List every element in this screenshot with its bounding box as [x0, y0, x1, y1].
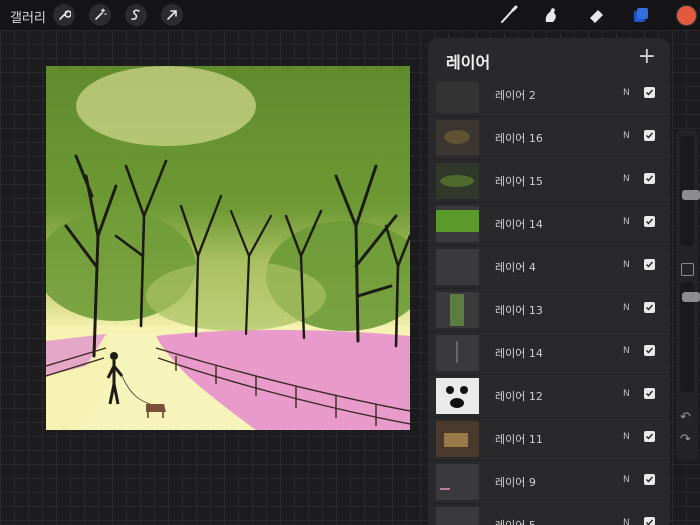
layer-thumbnail[interactable]	[436, 77, 479, 113]
layer-row[interactable]: 레이어 14 N	[428, 203, 670, 246]
layer-row[interactable]: 레이어 13 N	[428, 289, 670, 332]
layer-visibility-checkbox[interactable]	[644, 431, 655, 442]
add-layer-button[interactable]: +	[638, 46, 656, 68]
blend-mode-button[interactable]: N	[623, 303, 630, 313]
checkmark-icon	[646, 433, 654, 440]
layer-row[interactable]: 레이어 5 N	[428, 504, 670, 525]
opacity-thumb[interactable]	[682, 292, 700, 302]
checkmark-icon	[646, 89, 654, 96]
layers-panel-title: 레이어	[446, 53, 491, 72]
layer-thumbnail[interactable]	[436, 378, 479, 414]
blend-mode-button[interactable]: N	[623, 346, 630, 356]
layer-thumbnail[interactable]	[436, 507, 479, 525]
layer-thumbnail[interactable]	[436, 206, 479, 242]
layer-thumbnail[interactable]	[436, 335, 479, 371]
layers-panel: 레이어 + 레이어 2 N 레이어 16 N 레이어 15 N 레이어 14 N 레이어 4N레…	[428, 38, 670, 525]
layer-thumbnail[interactable]	[436, 421, 479, 457]
brush-icon[interactable]	[497, 3, 521, 27]
eraser-icon[interactable]	[585, 3, 609, 27]
checkmark-icon	[646, 261, 654, 268]
blend-mode-button[interactable]: N	[623, 174, 630, 184]
layers-icon[interactable]	[629, 3, 653, 27]
blend-mode-button[interactable]: N	[623, 432, 630, 442]
layer-visibility-checkbox[interactable]	[644, 474, 655, 485]
layer-name: 레이어 4	[495, 261, 536, 274]
checkmark-icon	[646, 175, 654, 182]
transform-arrow-icon[interactable]	[161, 4, 183, 26]
checkmark-icon	[646, 347, 654, 354]
layer-thumbnail[interactable]	[436, 120, 479, 156]
side-control-bar: ↶ ↷	[676, 130, 700, 460]
magic-wand-icon[interactable]	[89, 4, 111, 26]
blend-mode-button[interactable]: N	[623, 475, 630, 485]
undo-button[interactable]: ↶	[680, 410, 691, 425]
layer-visibility-checkbox[interactable]	[644, 173, 655, 184]
layer-name: 레이어 13	[495, 304, 543, 317]
checkmark-icon	[646, 132, 654, 139]
blend-mode-button[interactable]: N	[623, 260, 630, 270]
layer-name: 레이어 16	[495, 132, 543, 145]
layer-thumbnail[interactable]	[436, 292, 479, 328]
layer-visibility-checkbox[interactable]	[644, 345, 655, 356]
color-picker-button[interactable]	[676, 5, 697, 26]
layer-row[interactable]: 레이어 12 N	[428, 375, 670, 418]
smudge-icon[interactable]	[539, 3, 563, 27]
artwork-canvas[interactable]	[46, 66, 410, 430]
blend-mode-button[interactable]: N	[623, 217, 630, 227]
layer-visibility-checkbox[interactable]	[644, 259, 655, 270]
blend-mode-button[interactable]: N	[623, 88, 630, 98]
layer-row[interactable]: 레이어 11 N	[428, 418, 670, 461]
layer-visibility-checkbox[interactable]	[644, 87, 655, 98]
layer-visibility-checkbox[interactable]	[644, 388, 655, 399]
blend-mode-button[interactable]: N	[623, 389, 630, 399]
checkmark-icon	[646, 390, 654, 397]
layer-row[interactable]: 레이어 15 N	[428, 160, 670, 203]
artwork-illustration	[46, 66, 410, 430]
layer-row[interactable]: 레이어 9 N	[428, 461, 670, 504]
layer-name: 레이어 12	[495, 390, 543, 403]
checkmark-icon	[646, 519, 654, 525]
checkmark-icon	[646, 304, 654, 311]
gallery-button[interactable]: 갤러리	[10, 7, 46, 26]
blend-mode-button[interactable]: N	[623, 131, 630, 141]
layer-visibility-checkbox[interactable]	[644, 216, 655, 227]
layers-panel-header: 레이어 +	[428, 38, 670, 82]
layer-name: 레이어 5	[495, 517, 536, 525]
layer-name: 레이어 15	[495, 175, 543, 188]
layer-row[interactable]: 레이어 16 N	[428, 117, 670, 160]
layer-visibility-checkbox[interactable]	[644, 130, 655, 141]
layer-name: 레이어 2	[495, 89, 536, 102]
layer-thumbnail[interactable]	[436, 464, 479, 500]
layer-visibility-checkbox[interactable]	[644, 517, 655, 525]
layer-thumbnail[interactable]	[436, 249, 479, 285]
redo-button[interactable]: ↷	[680, 432, 691, 447]
opacity-slider[interactable]	[680, 282, 700, 392]
modify-button[interactable]	[681, 263, 694, 276]
wrench-icon[interactable]	[53, 4, 75, 26]
checkmark-icon	[646, 476, 654, 483]
selection-icon[interactable]	[125, 4, 147, 26]
layer-name: 레이어 11	[495, 433, 543, 446]
layer-thumbnail[interactable]	[436, 163, 479, 199]
top-toolbar: 갤러리	[0, 0, 700, 30]
blend-mode-button[interactable]: N	[623, 518, 630, 525]
layer-name: 레이어 14	[495, 347, 543, 360]
brush-size-slider[interactable]	[680, 136, 700, 246]
layer-name: 레이어 9	[495, 476, 536, 489]
layer-name: 레이어 14	[495, 218, 543, 231]
brush-size-thumb[interactable]	[682, 190, 700, 200]
layer-visibility-checkbox[interactable]	[644, 302, 655, 313]
layer-row[interactable]: 레이어 4 N	[428, 246, 670, 289]
layer-row[interactable]: 레이어 14 N	[428, 332, 670, 375]
checkmark-icon	[646, 218, 654, 225]
